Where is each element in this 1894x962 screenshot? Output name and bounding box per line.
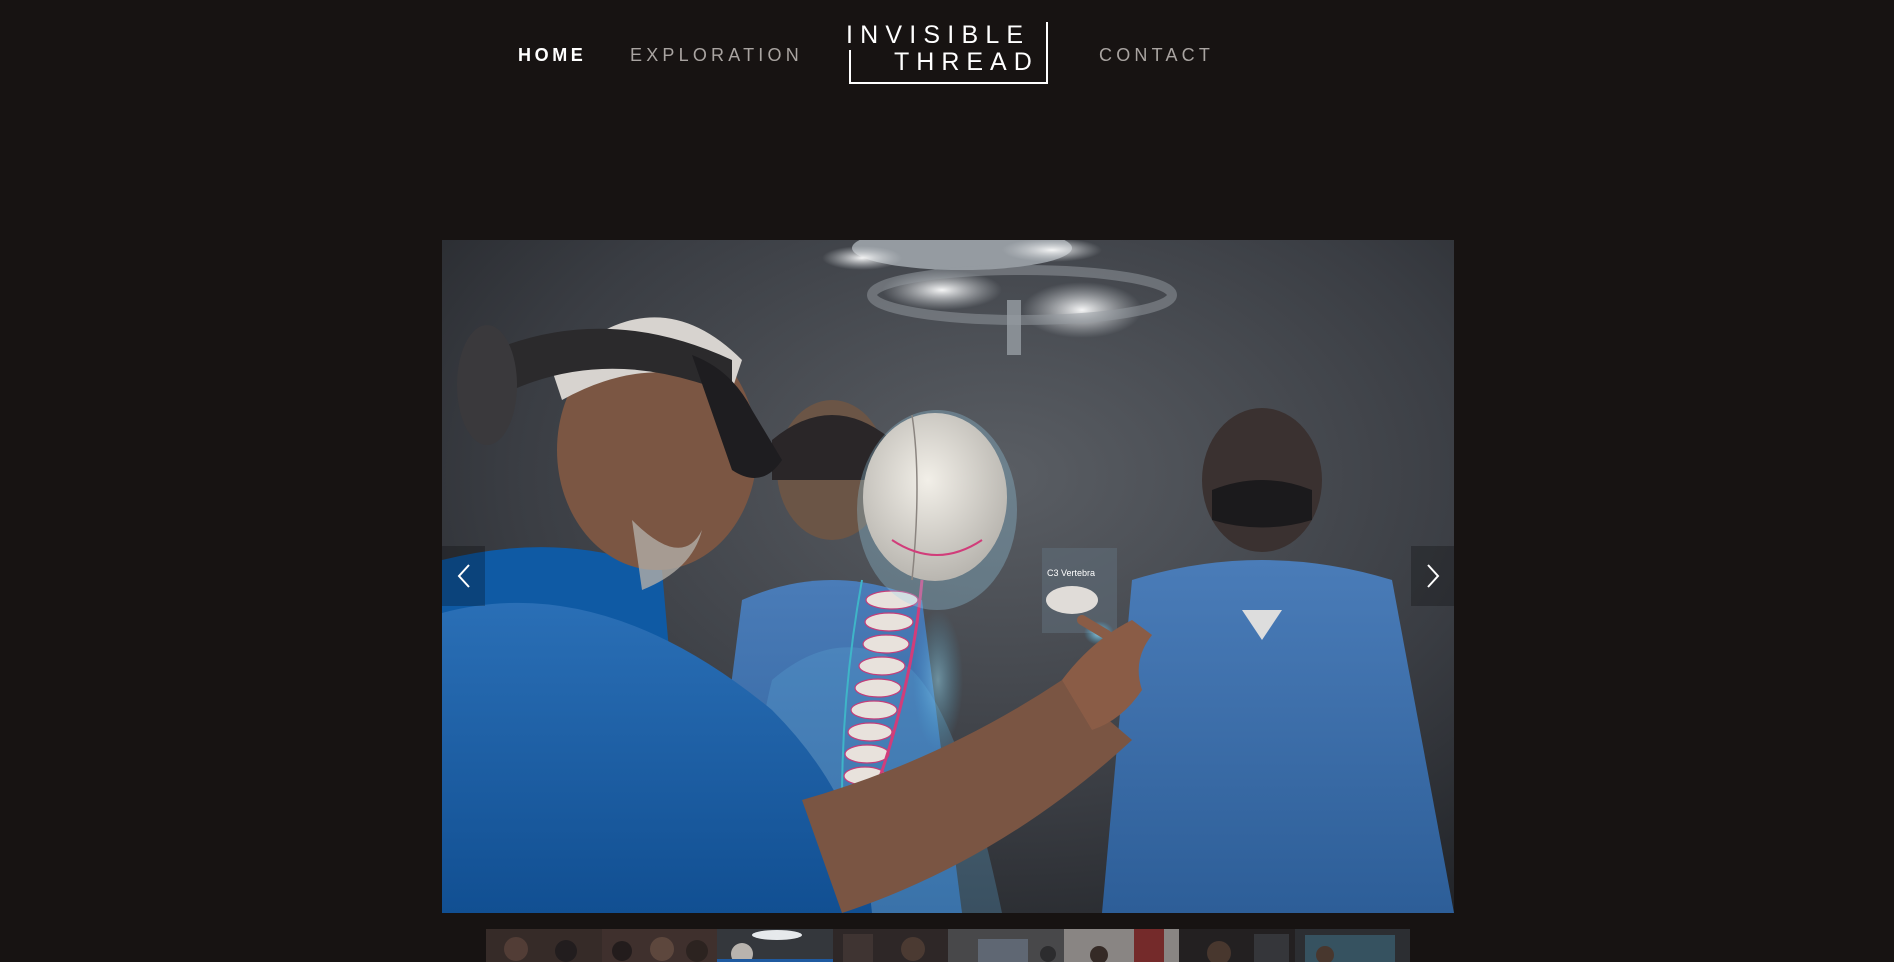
thumbnail[interactable] — [486, 929, 602, 962]
logo-text-line1: INVISIBLE — [846, 21, 1031, 49]
site-logo[interactable]: INVISIBLE THREAD — [846, 22, 1048, 86]
thumbnail[interactable] — [601, 929, 717, 962]
slider-next-button[interactable] — [1411, 546, 1454, 606]
image-slider: C3 Vertebra — [442, 240, 1454, 913]
thumbnail[interactable] — [832, 929, 948, 962]
chevron-left-icon — [457, 564, 470, 588]
thumbnail[interactable] — [948, 929, 1064, 962]
thumbnail[interactable] — [1179, 929, 1295, 962]
thumbnail-strip — [486, 929, 1410, 962]
hologram-label: C3 Vertebra — [1047, 568, 1095, 578]
logo-text-line2: THREAD — [894, 48, 1039, 76]
nav-exploration-link[interactable]: EXPLORATION — [630, 45, 803, 66]
nav-home-link[interactable]: HOME — [518, 45, 586, 66]
thumbnail[interactable] — [1294, 929, 1410, 962]
chevron-right-icon — [1426, 564, 1439, 588]
nav-contact-link[interactable]: CONTACT — [1099, 45, 1214, 66]
thumbnail[interactable] — [717, 929, 833, 962]
slide-photo: C3 Vertebra — [442, 240, 1454, 913]
thumbnail[interactable] — [1063, 929, 1179, 962]
slider-prev-button[interactable] — [442, 546, 485, 606]
top-navigation: HOME EXPLORATION INVISIBLE THREAD CONTAC… — [0, 0, 1894, 110]
